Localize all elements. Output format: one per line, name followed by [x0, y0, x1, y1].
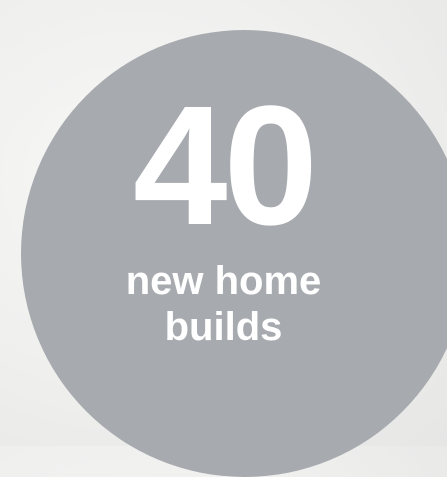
stat-caption: new home builds	[0, 258, 447, 350]
stat-number: 40	[132, 71, 318, 261]
stat-caption-line-1: new home	[125, 259, 322, 303]
stat-caption-line-2: builds	[164, 305, 283, 349]
